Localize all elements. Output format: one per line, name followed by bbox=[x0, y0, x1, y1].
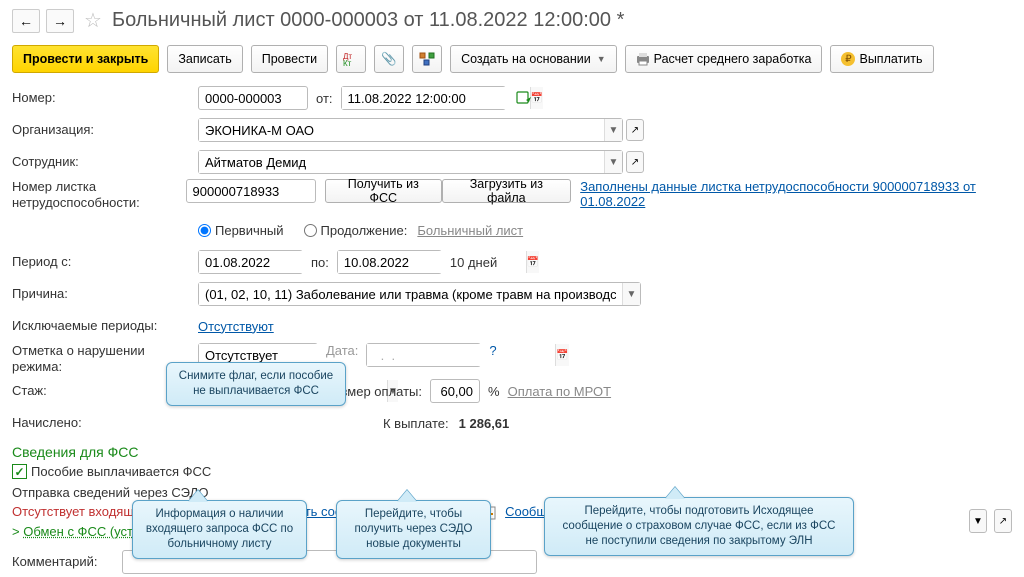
topay-label: К выплате: bbox=[383, 416, 449, 431]
reason-label: Причина: bbox=[12, 286, 198, 302]
fss-paid-checkbox[interactable]: ✓ bbox=[12, 464, 27, 479]
chevron-down-icon: ▼ bbox=[597, 54, 606, 64]
employee-select[interactable]: ▼ bbox=[198, 150, 623, 174]
org-label: Организация: bbox=[12, 122, 198, 138]
save-button[interactable]: Записать bbox=[167, 45, 242, 73]
date-input[interactable]: 📅 bbox=[341, 86, 506, 110]
attach-button[interactable]: 📎 bbox=[374, 45, 404, 73]
calendar-icon[interactable]: 📅 bbox=[526, 251, 539, 273]
topay-value: 1 286,61 bbox=[459, 416, 510, 431]
primary-radio[interactable] bbox=[198, 224, 211, 237]
filled-data-link[interactable]: Заполнены данные листка нетрудоспособнос… bbox=[580, 179, 1012, 209]
number-label: Номер: bbox=[12, 90, 198, 106]
more-down-button[interactable]: ▼ bbox=[969, 509, 987, 533]
org-select[interactable]: ▼ bbox=[198, 118, 623, 142]
tooltip-sedo: Перейдите, чтобы получить через СЭДО нов… bbox=[336, 500, 491, 559]
fss-paid-label: Пособие выплачивается ФСС bbox=[31, 464, 211, 479]
period-from-input[interactable]: 📅 bbox=[198, 250, 303, 274]
chevron-down-icon[interactable]: ▼ bbox=[622, 283, 640, 305]
continuation-label: Продолжение: bbox=[321, 223, 408, 238]
days-count: 10 дней bbox=[450, 255, 497, 270]
excluded-label: Исключаемые периоды: bbox=[12, 318, 198, 334]
payout-button[interactable]: ₽ Выплатить bbox=[830, 45, 933, 73]
chevron-down-icon[interactable]: ▼ bbox=[604, 151, 622, 173]
accrued-label: Начислено: bbox=[12, 415, 198, 431]
post-and-close-button[interactable]: Провести и закрыть bbox=[12, 45, 159, 73]
date-label: Дата: bbox=[326, 343, 358, 358]
printer-icon bbox=[636, 52, 650, 66]
calc-earning-button[interactable]: Расчет среднего заработка bbox=[625, 45, 823, 73]
certno-input[interactable] bbox=[186, 179, 316, 203]
svg-text:Кт: Кт bbox=[343, 59, 352, 66]
violation-date-input[interactable]: 📅 bbox=[366, 343, 481, 367]
from-label: от: bbox=[316, 91, 333, 106]
sick-list-link[interactable]: Больничный лист bbox=[417, 223, 523, 238]
tooltip-fss-flag: Снимите флаг, если пособие не выплачивае… bbox=[166, 362, 346, 406]
post-button[interactable]: Провести bbox=[251, 45, 328, 73]
period-to-input[interactable]: 📅 bbox=[337, 250, 442, 274]
get-fss-button[interactable]: Получить из ФСС bbox=[325, 179, 442, 203]
refresh-icon[interactable] bbox=[516, 90, 532, 106]
open-org-button[interactable]: ↗ bbox=[626, 119, 644, 141]
payrate-input[interactable] bbox=[430, 379, 480, 403]
favorite-icon[interactable]: ☆ bbox=[84, 8, 102, 33]
excluded-link[interactable]: Отсутствуют bbox=[198, 319, 274, 334]
certno-label: Номер листка нетрудоспособности: bbox=[12, 179, 186, 210]
period-to-label: по: bbox=[311, 255, 329, 270]
create-based-button[interactable]: Создать на основании▼ bbox=[450, 45, 617, 73]
tooltip-incoming: Информация о наличии входящего запроса Ф… bbox=[132, 500, 307, 559]
calendar-icon[interactable]: 📅 bbox=[555, 344, 568, 366]
paperclip-icon: 📎 bbox=[381, 52, 397, 67]
primary-label: Первичный bbox=[215, 223, 284, 238]
number-input[interactable] bbox=[198, 86, 308, 110]
page-title: Больничный лист 0000-000003 от 11.08.202… bbox=[112, 9, 624, 32]
coin-icon: ₽ bbox=[841, 52, 855, 66]
reason-select[interactable]: ▼ bbox=[198, 282, 641, 306]
help-icon[interactable]: ? bbox=[489, 343, 496, 358]
open-employee-button[interactable]: ↗ bbox=[626, 151, 644, 173]
comment-label: Комментарий: bbox=[12, 554, 122, 570]
mrot-link[interactable]: Оплата по МРОТ bbox=[508, 384, 611, 399]
employee-label: Сотрудник: bbox=[12, 154, 198, 170]
calendar-icon[interactable]: 📅 bbox=[530, 87, 543, 109]
period-label: Период с: bbox=[12, 254, 198, 270]
more-open-button[interactable]: ↗ bbox=[994, 509, 1012, 533]
load-file-button[interactable]: Загрузить из файла bbox=[442, 179, 571, 203]
back-button[interactable]: ← bbox=[12, 9, 40, 33]
sedo-send-label: Отправка сведений через СЭДО bbox=[12, 485, 1012, 500]
related-button[interactable] bbox=[412, 45, 442, 73]
forward-button[interactable]: → bbox=[46, 9, 74, 33]
fss-section-head: Сведения для ФСС bbox=[12, 444, 1012, 460]
debit-credit-button[interactable]: ДтКт bbox=[336, 45, 366, 73]
tooltip-report: Перейдите, чтобы подготовить Исходящее с… bbox=[544, 497, 854, 556]
chevron-down-icon[interactable]: ▼ bbox=[604, 119, 622, 141]
continuation-radio[interactable] bbox=[304, 224, 317, 237]
